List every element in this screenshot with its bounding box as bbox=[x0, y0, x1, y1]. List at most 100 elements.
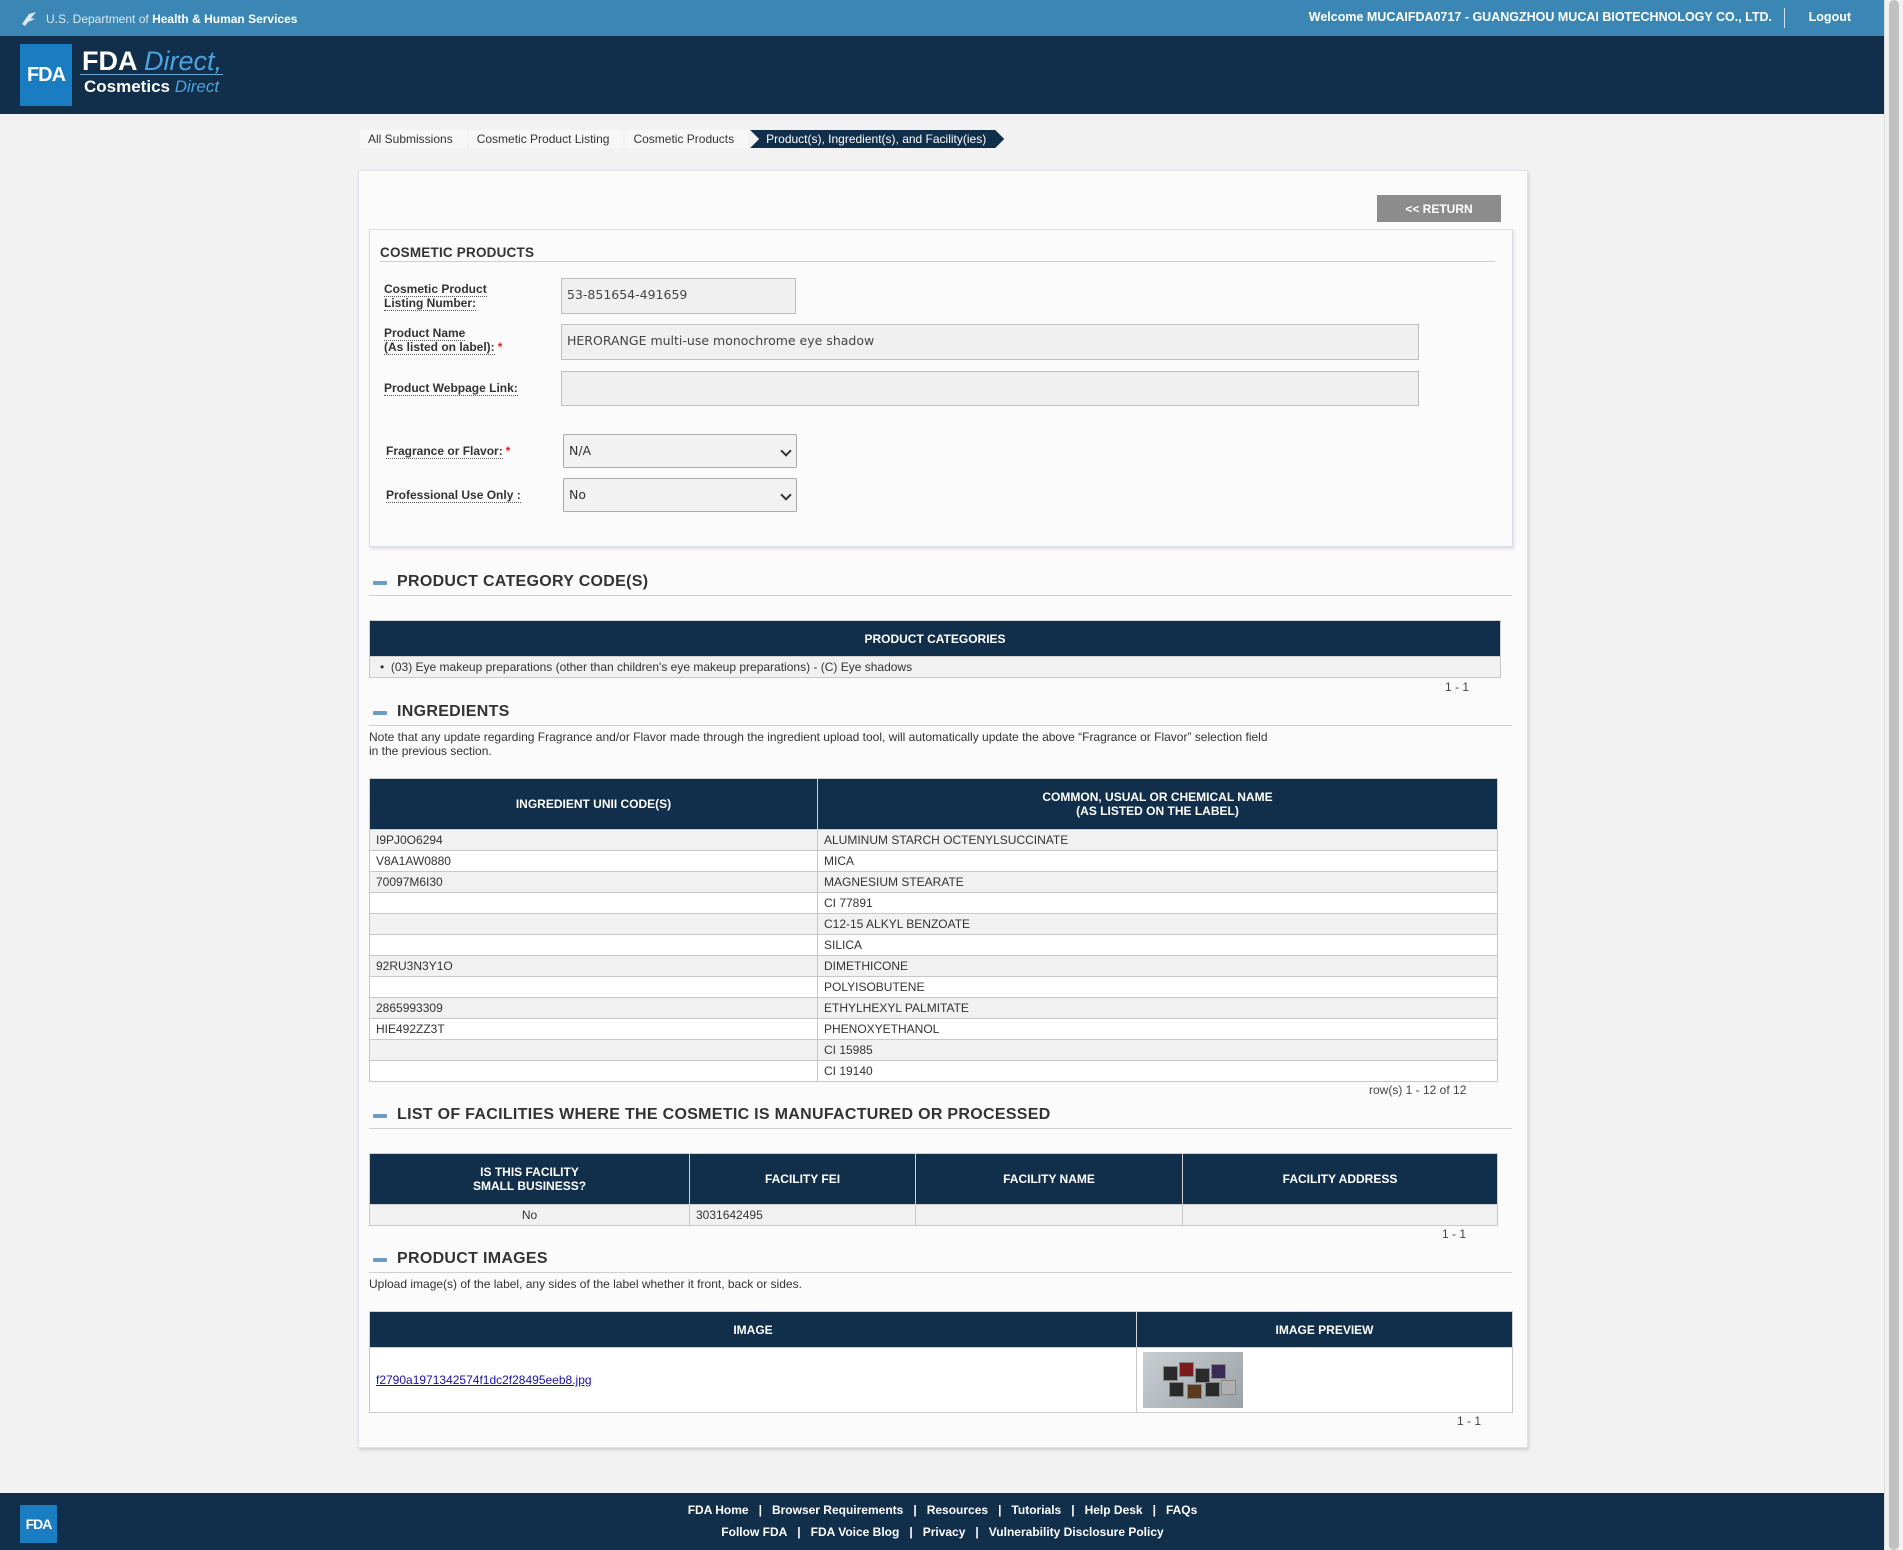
facilities-section-title: LIST OF FACILITIES WHERE THE COSMETIC IS… bbox=[397, 1106, 1051, 1123]
collapse-icon[interactable] bbox=[373, 1114, 387, 1118]
ingredients-pager: row(s) 1 - 12 of 12 bbox=[1369, 1083, 1467, 1097]
professional-use-select[interactable]: No bbox=[563, 478, 797, 512]
table-row: 92RU3N3Y1O DIMETHICONE bbox=[369, 955, 1498, 977]
footer-links-row-1: FDA Home | Browser Requirements | Resources |… bbox=[0, 1503, 1885, 1517]
fda-direct-title: FDA Direct, bbox=[82, 46, 223, 76]
footer-link[interactable]: FDA Home bbox=[688, 1503, 749, 1517]
unii-cell bbox=[369, 976, 818, 998]
unii-cell: V8A1AW0880 bbox=[369, 850, 818, 872]
ingredient-name-cell: CI 77891 bbox=[817, 892, 1498, 914]
page-scrollbar[interactable] bbox=[1884, 0, 1903, 1550]
images-section-title: PRODUCT IMAGES bbox=[397, 1250, 548, 1267]
table-row: HIE492ZZ3T PHENOXYETHANOL bbox=[369, 1018, 1498, 1040]
image-file-link[interactable]: f2790a1971342574f1dc2f28495eeb8.jpg bbox=[376, 1373, 592, 1387]
unii-cell bbox=[369, 892, 818, 914]
footer-link[interactable]: Help Desk bbox=[1085, 1503, 1143, 1517]
product-name-field[interactable]: HERORANGE multi-use monochrome eye shado… bbox=[561, 324, 1419, 360]
chevron-down-icon bbox=[780, 489, 792, 501]
fragrance-selected-value: N/A bbox=[569, 443, 592, 458]
footer-link[interactable]: Browser Requirements bbox=[772, 1503, 903, 1517]
category-table: PRODUCT CATEGORIES • (03) Eye makeup pre… bbox=[369, 620, 1501, 678]
breadcrumb-cosmetic-product-listing[interactable]: Cosmetic Product Listing bbox=[468, 130, 624, 148]
hhs-eagle-icon bbox=[22, 12, 36, 26]
table-row: 70097M6I30 MAGNESIUM STEARATE bbox=[369, 871, 1498, 893]
fragrance-label: Fragrance or Flavor: * bbox=[386, 444, 511, 459]
fragrance-select[interactable]: N/A bbox=[563, 434, 797, 468]
footer-links-row-2: Follow FDA | FDA Voice Blog | Privacy | Vulner… bbox=[0, 1525, 1885, 1539]
footer-separator: | bbox=[797, 1525, 801, 1539]
table-row: POLYISOBUTENE bbox=[369, 976, 1498, 998]
footer-separator: | bbox=[1152, 1503, 1156, 1517]
webpage-link-field[interactable] bbox=[561, 371, 1419, 406]
collapse-icon[interactable] bbox=[373, 711, 387, 715]
image-file-cell: f2790a1971342574f1dc2f28495eeb8.jpg bbox=[369, 1347, 1137, 1413]
ingredient-name-cell: POLYISOBUTENE bbox=[817, 976, 1498, 998]
category-section-title: PRODUCT CATEGORY CODE(S) bbox=[397, 573, 649, 590]
images-note: Upload image(s) of the label, any sides … bbox=[369, 1277, 802, 1291]
images-table: IMAGE IMAGE PREVIEW f2790a1971342574f1dc… bbox=[369, 1311, 1513, 1413]
table-row: CI 15985 bbox=[369, 1039, 1498, 1061]
image-preview-column-header: IMAGE PREVIEW bbox=[1136, 1311, 1513, 1348]
breadcrumb-cosmetic-products[interactable]: Cosmetic Products bbox=[625, 130, 749, 148]
bullet-icon: • bbox=[380, 660, 385, 674]
table-row: f2790a1971342574f1dc2f28495eeb8.jpg bbox=[369, 1347, 1513, 1413]
webpage-link-label: Product Webpage Link: bbox=[384, 381, 518, 396]
cosmetic-products-title: COSMETIC PRODUCTS bbox=[380, 245, 1495, 262]
facility-name-cell bbox=[915, 1204, 1183, 1226]
footer-link[interactable]: Tutorials bbox=[1011, 1503, 1061, 1517]
footer-link[interactable]: Vulnerability Disclosure Policy bbox=[989, 1525, 1164, 1539]
top-bar: U.S. Department of Health & Human Servic… bbox=[0, 0, 1885, 37]
ingredient-name-cell: C12-15 ALKYL BENZOATE bbox=[817, 913, 1498, 935]
images-section-header: PRODUCT IMAGES bbox=[369, 1250, 1512, 1273]
table-row: No 3031642495 bbox=[369, 1204, 1498, 1226]
collapse-icon[interactable] bbox=[373, 581, 387, 585]
ingredients-body: I9PJ0O6294 ALUMINUM STARCH OCTENYLSUCCINA… bbox=[369, 829, 1498, 1082]
scrollbar-thumb[interactable] bbox=[1889, 0, 1899, 1550]
unii-cell bbox=[369, 1039, 818, 1061]
category-item: (03) Eye makeup preparations (other than… bbox=[390, 660, 913, 674]
facility-name-column-header: FACILITY NAME bbox=[915, 1153, 1183, 1205]
product-name-label: Product Name (As listed on label): * bbox=[384, 326, 503, 355]
footer-link[interactable]: FAQs bbox=[1166, 1503, 1197, 1517]
return-button[interactable]: << RETURN bbox=[1377, 195, 1501, 222]
ingredients-section-title: INGREDIENTS bbox=[397, 703, 510, 720]
footer-link[interactable]: Follow FDA bbox=[721, 1525, 787, 1539]
fda-logo[interactable]: FDA bbox=[20, 44, 72, 106]
images-pager: 1 - 1 bbox=[1457, 1414, 1482, 1428]
collapse-icon[interactable] bbox=[373, 1258, 387, 1262]
footer-link[interactable]: Resources bbox=[927, 1503, 988, 1517]
product-image-thumbnail[interactable] bbox=[1143, 1352, 1243, 1408]
listing-number-field[interactable]: 53-851654-491659 bbox=[561, 278, 796, 314]
table-row: I9PJ0O6294 ALUMINUM STARCH OCTENYLSUCCINA… bbox=[369, 829, 1498, 851]
small-business-cell: No bbox=[369, 1204, 690, 1226]
hhs-prefix: U.S. Department of bbox=[46, 12, 149, 26]
ingredients-table: INGREDIENT UNII CODE(S) COMMON, USUAL OR… bbox=[369, 778, 1498, 1082]
category-header: PRODUCT CATEGORIES bbox=[369, 620, 1501, 657]
professional-selected-value: No bbox=[569, 487, 586, 502]
facility-address-cell bbox=[1182, 1204, 1498, 1226]
hhs-banner: U.S. Department of Health & Human Servic… bbox=[20, 10, 297, 28]
ingredient-name-cell: MAGNESIUM STEARATE bbox=[817, 871, 1498, 893]
footer-separator: | bbox=[1071, 1503, 1075, 1517]
facilities-pager: 1 - 1 bbox=[1442, 1227, 1467, 1241]
table-row: CI 77891 bbox=[369, 892, 1498, 914]
ingredient-name-cell: PHENOXYETHANOL bbox=[817, 1018, 1498, 1040]
breadcrumb-all-submissions[interactable]: All Submissions bbox=[360, 130, 467, 148]
unii-cell: HIE492ZZ3T bbox=[369, 1018, 818, 1040]
footer-link[interactable]: Privacy bbox=[923, 1525, 966, 1539]
table-row: CI 19140 bbox=[369, 1060, 1498, 1082]
logout-link[interactable]: Logout bbox=[1809, 10, 1851, 24]
breadcrumb-current: Product(s), Ingredient(s), and Facility(… bbox=[750, 130, 1004, 148]
ingredients-section-header: INGREDIENTS bbox=[369, 703, 1512, 726]
table-row: SILICA bbox=[369, 934, 1498, 956]
topbar-divider bbox=[1784, 8, 1785, 28]
small-business-column-header: IS THIS FACILITY SMALL BUSINESS? bbox=[369, 1153, 690, 1205]
unii-column-header: INGREDIENT UNII CODE(S) bbox=[369, 778, 818, 830]
footer-link[interactable]: FDA Voice Blog bbox=[811, 1525, 900, 1539]
site-footer: FDA FDA Home | Browser Requirements | Resour… bbox=[0, 1493, 1885, 1550]
footer-separator: | bbox=[758, 1503, 762, 1517]
image-preview-cell bbox=[1136, 1347, 1513, 1413]
ingredient-name-cell: MICA bbox=[817, 850, 1498, 872]
welcome-text: Welcome MUCAIFDA0717 - GUANGZHOU MUCAI B… bbox=[1308, 10, 1772, 24]
ingredients-note: Note that any update regarding Fragrance… bbox=[369, 730, 1268, 758]
